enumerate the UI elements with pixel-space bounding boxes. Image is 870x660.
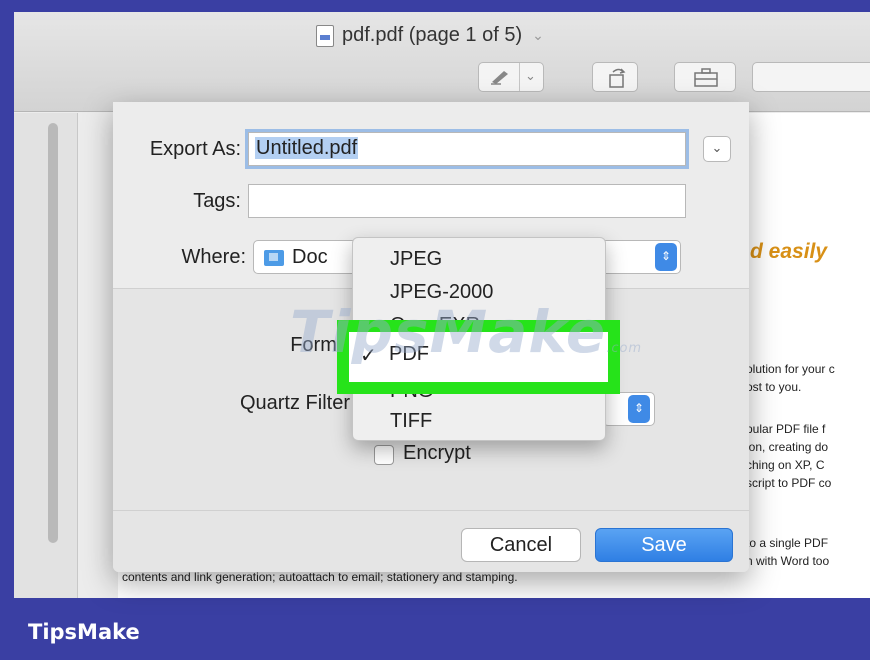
menu-item-jpeg[interactable]: JPEG xyxy=(390,248,442,271)
tags-field[interactable] xyxy=(248,184,686,218)
document-text-line: ching on XP, C xyxy=(746,458,825,472)
chevron-down-icon[interactable]: ⌄ xyxy=(532,27,544,44)
where-label: Where: xyxy=(181,246,246,268)
updown-arrows-icon[interactable]: ⇕ xyxy=(655,243,677,271)
pen-icon xyxy=(491,71,508,85)
rotate-icon xyxy=(609,68,626,88)
document-text-line: pular PDF file f xyxy=(746,422,826,436)
thumbnail-sidebar xyxy=(14,113,78,598)
document-text-line: olution for your c xyxy=(746,362,835,376)
brand-label: TipsMake xyxy=(28,620,140,644)
chevron-down-icon: ⌄ xyxy=(711,140,723,155)
watermark-suffix: .com xyxy=(606,341,643,356)
document-heading: d easily xyxy=(750,240,828,263)
encrypt-label: Encrypt xyxy=(403,442,471,464)
export-as-field[interactable]: Untitled.pdf xyxy=(248,132,686,166)
title-bar: pdf.pdf (page 1 of 5) ⌄ ⌄ xyxy=(14,12,870,112)
tags-label: Tags: xyxy=(193,190,241,212)
document-text-line: ost to you. xyxy=(746,380,802,394)
watermark-text: TipsMake xyxy=(290,298,607,366)
chevron-down-icon[interactable]: ⌄ xyxy=(525,68,536,84)
cancel-button[interactable]: Cancel xyxy=(461,528,581,562)
toolbox-button[interactable] xyxy=(674,62,736,92)
export-as-label: Export As: xyxy=(149,138,241,160)
quartz-filter-label: Quartz Filter xyxy=(239,392,350,414)
updown-arrows-icon[interactable]: ⇕ xyxy=(628,395,650,423)
divider xyxy=(519,63,520,91)
document-text-line: n with Word too xyxy=(746,554,830,568)
rotate-button[interactable] xyxy=(592,62,638,92)
document-text-line: ion, creating do xyxy=(746,440,829,454)
menu-item-tiff[interactable]: TIFF xyxy=(390,410,432,433)
encrypt-checkbox[interactable] xyxy=(374,445,394,465)
expand-dialog-button[interactable]: ⌄ xyxy=(703,136,731,162)
toolbox-icon xyxy=(694,68,718,87)
watermark: TipsMake.com xyxy=(290,298,642,366)
export-as-value: Untitled.pdf xyxy=(255,137,359,159)
divider xyxy=(113,510,749,511)
window-title-text: pdf.pdf (page 1 of 5) xyxy=(342,24,523,46)
search-field[interactable] xyxy=(752,62,870,92)
document-text-line: script to PDF co xyxy=(746,476,832,490)
sidebar-scrollbar[interactable] xyxy=(48,123,58,543)
markup-button[interactable]: ⌄ xyxy=(478,62,544,92)
where-value: Doc xyxy=(292,246,328,268)
document-text-line: to a single PDF xyxy=(746,536,829,550)
folder-icon xyxy=(264,250,284,266)
window-title[interactable]: pdf.pdf (page 1 of 5) ⌄ xyxy=(316,24,544,47)
document-text-line: contents and link generation; autoattach… xyxy=(122,570,518,584)
pdf-document-icon xyxy=(316,24,334,47)
save-button[interactable]: Save xyxy=(595,528,733,562)
